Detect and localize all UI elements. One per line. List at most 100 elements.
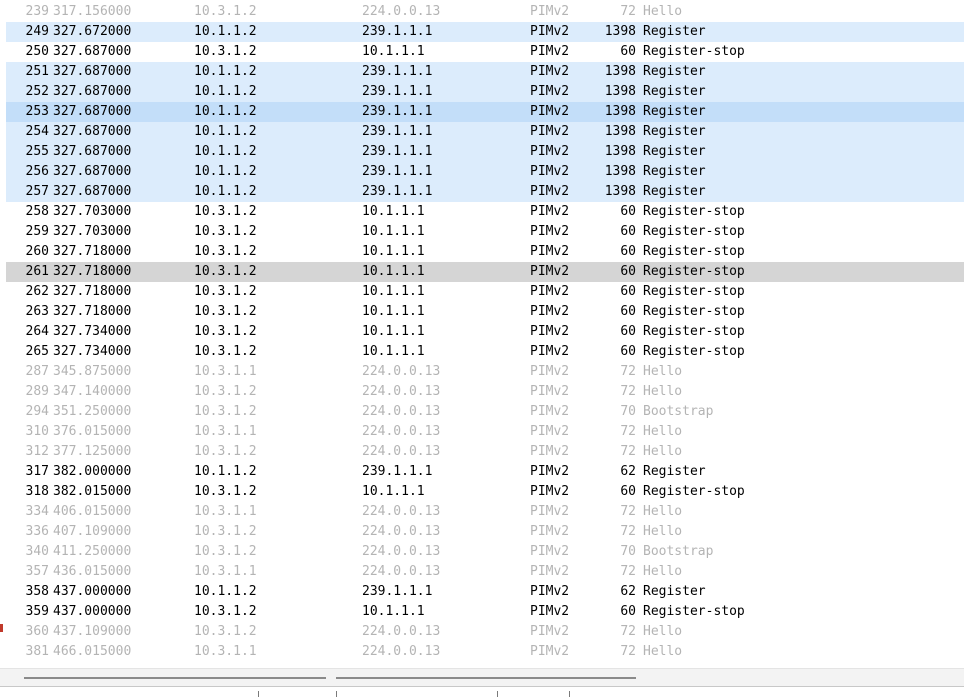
packet-row[interactable]: 259 327.703000 10.3.1.2 10.1.1.1 PIMv2 60 Regi… xyxy=(6,222,964,242)
packet-row[interactable]: 294 351.250000 10.3.1.2 224.0.0.13 PIMv2 70 Bo… xyxy=(6,402,964,422)
packet-time: 327.687000 xyxy=(53,104,132,119)
packet-protocol: PIMv2 xyxy=(530,424,570,439)
packet-length: 62 xyxy=(620,464,636,479)
packet-row[interactable]: 340 411.250000 10.3.1.2 224.0.0.13 PIMv2 70 Bo… xyxy=(6,542,964,562)
packet-row[interactable]: 357 436.015000 10.3.1.1 224.0.0.13 PIMv2 72 He… xyxy=(6,562,964,582)
packet-number: 262 xyxy=(25,284,49,299)
packet-source: 10.3.1.2 xyxy=(194,44,257,59)
packet-time: 437.000000 xyxy=(53,604,132,619)
packet-row[interactable]: 251 327.687000 10.1.1.2 239.1.1.1 PIMv2 1398 R… xyxy=(6,62,964,82)
packet-source: 10.1.1.2 xyxy=(194,184,257,199)
packet-source: 10.1.1.2 xyxy=(194,84,257,99)
packet-number: 250 xyxy=(25,44,49,59)
packet-time: 466.015000 xyxy=(53,644,132,659)
packet-destination: 10.1.1.1 xyxy=(362,244,425,259)
packet-row[interactable]: 261 327.718000 10.3.1.2 10.1.1.1 PIMv2 60 Regi… xyxy=(6,262,964,282)
packet-number: 255 xyxy=(25,144,49,159)
packet-row[interactable]: 287 345.875000 10.3.1.1 224.0.0.13 PIMv2 72 He… xyxy=(6,362,964,382)
packet-row[interactable]: 260 327.718000 10.3.1.2 10.1.1.1 PIMv2 60 Regi… xyxy=(6,242,964,262)
packet-info: Register xyxy=(643,184,706,199)
packet-info: Register-stop xyxy=(643,224,745,239)
pane-splitter[interactable] xyxy=(336,691,337,697)
packet-destination: 10.1.1.1 xyxy=(362,304,425,319)
packet-protocol: PIMv2 xyxy=(530,444,570,459)
packet-number: 294 xyxy=(25,404,49,419)
packet-number: 260 xyxy=(25,244,49,259)
scrollbar-thumb-secondary[interactable] xyxy=(336,677,636,679)
packet-list[interactable]: 239 317.156000 10.3.1.2 224.0.0.13 PIMv2 72 He… xyxy=(0,2,964,668)
packet-time: 327.687000 xyxy=(53,64,132,79)
packet-row[interactable]: 312 377.125000 10.3.1.2 224.0.0.13 PIMv2 72 He… xyxy=(6,442,964,462)
packet-protocol: PIMv2 xyxy=(530,504,570,519)
packet-destination: 10.1.1.1 xyxy=(362,284,425,299)
packet-destination: 239.1.1.1 xyxy=(362,104,433,119)
packet-info: Register-stop xyxy=(643,284,745,299)
packet-row[interactable]: 358 437.000000 10.1.1.2 239.1.1.1 PIMv2 62 Reg… xyxy=(6,582,964,602)
packet-info: Register-stop xyxy=(643,324,745,339)
packet-row[interactable]: 239 317.156000 10.3.1.2 224.0.0.13 PIMv2 72 He… xyxy=(6,2,964,22)
packet-row[interactable]: 289 347.140000 10.3.1.2 224.0.0.13 PIMv2 72 He… xyxy=(6,382,964,402)
packet-row[interactable]: 360 437.109000 10.3.1.2 224.0.0.13 PIMv2 72 He… xyxy=(6,622,964,642)
pane-splitter[interactable] xyxy=(497,691,498,697)
packet-info: Hello xyxy=(643,504,683,519)
packet-protocol: PIMv2 xyxy=(530,564,570,579)
packet-number: 261 xyxy=(25,264,49,279)
packet-row[interactable]: 381 466.015000 10.3.1.1 224.0.0.13 PIMv2 72 He… xyxy=(6,642,964,662)
packet-row[interactable]: 310 376.015000 10.3.1.1 224.0.0.13 PIMv2 72 He… xyxy=(6,422,964,442)
packet-number: 360 xyxy=(25,624,49,639)
packet-source: 10.3.1.2 xyxy=(194,384,257,399)
pane-splitter[interactable] xyxy=(569,691,570,697)
packet-row[interactable]: 262 327.718000 10.3.1.2 10.1.1.1 PIMv2 60 Regi… xyxy=(6,282,964,302)
packet-row[interactable]: 318 382.015000 10.3.1.2 10.1.1.1 PIMv2 60 Regi… xyxy=(6,482,964,502)
packet-destination: 224.0.0.13 xyxy=(362,424,441,439)
packet-row[interactable]: 264 327.734000 10.3.1.2 10.1.1.1 PIMv2 60 Regi… xyxy=(6,322,964,342)
packet-info: Register-stop xyxy=(643,484,745,499)
packet-time: 327.718000 xyxy=(53,244,132,259)
packet-row[interactable]: 263 327.718000 10.3.1.2 10.1.1.1 PIMv2 60 Regi… xyxy=(6,302,964,322)
packet-info: Register xyxy=(643,24,706,39)
packet-number: 257 xyxy=(25,184,49,199)
packet-protocol: PIMv2 xyxy=(530,244,570,259)
packet-info: Register-stop xyxy=(643,204,745,219)
packet-row[interactable]: 359 437.000000 10.3.1.2 10.1.1.1 PIMv2 60 Regi… xyxy=(6,602,964,622)
packet-row[interactable]: 253 327.687000 10.1.1.2 239.1.1.1 PIMv2 1398 R… xyxy=(6,102,964,122)
packet-source: 10.3.1.2 xyxy=(194,624,257,639)
packet-row[interactable]: 317 382.000000 10.1.1.2 239.1.1.1 PIMv2 62 Reg… xyxy=(6,462,964,482)
packet-row[interactable]: 254 327.687000 10.1.1.2 239.1.1.1 PIMv2 1398 R… xyxy=(6,122,964,142)
packet-time: 345.875000 xyxy=(53,364,132,379)
packet-info: Register xyxy=(643,164,706,179)
packet-source: 10.3.1.1 xyxy=(194,504,257,519)
packet-row[interactable]: 334 406.015000 10.3.1.1 224.0.0.13 PIMv2 72 He… xyxy=(6,502,964,522)
packet-row[interactable]: 258 327.703000 10.3.1.2 10.1.1.1 PIMv2 60 Regi… xyxy=(6,202,964,222)
horizontal-scrollbar[interactable] xyxy=(0,668,964,687)
packet-row[interactable]: 255 327.687000 10.1.1.2 239.1.1.1 PIMv2 1398 R… xyxy=(6,142,964,162)
packet-length: 60 xyxy=(620,604,636,619)
packet-length: 72 xyxy=(620,364,636,379)
packet-length: 72 xyxy=(620,644,636,659)
packet-info: Register-stop xyxy=(643,604,745,619)
packet-protocol: PIMv2 xyxy=(530,204,570,219)
packet-destination: 224.0.0.13 xyxy=(362,564,441,579)
packet-info: Hello xyxy=(643,424,683,439)
packet-protocol: PIMv2 xyxy=(530,624,570,639)
packet-info: Register xyxy=(643,144,706,159)
packet-row[interactable]: 265 327.734000 10.3.1.2 10.1.1.1 PIMv2 60 Regi… xyxy=(6,342,964,362)
packet-info: Hello xyxy=(643,624,683,639)
packet-row[interactable]: 257 327.687000 10.1.1.2 239.1.1.1 PIMv2 1398 R… xyxy=(6,182,964,202)
packet-row[interactable]: 256 327.687000 10.1.1.2 239.1.1.1 PIMv2 1398 R… xyxy=(6,162,964,182)
packet-source: 10.3.1.1 xyxy=(194,424,257,439)
packet-row[interactable]: 252 327.687000 10.1.1.2 239.1.1.1 PIMv2 1398 R… xyxy=(6,82,964,102)
packet-source: 10.3.1.1 xyxy=(194,564,257,579)
packet-row[interactable]: 336 407.109000 10.3.1.2 224.0.0.13 PIMv2 72 He… xyxy=(6,522,964,542)
scrollbar-thumb[interactable] xyxy=(24,677,326,679)
packet-protocol: PIMv2 xyxy=(530,324,570,339)
packet-number: 263 xyxy=(25,304,49,319)
packet-row[interactable]: 249 327.672000 10.1.1.2 239.1.1.1 PIMv2 1398 R… xyxy=(6,22,964,42)
packet-destination: 224.0.0.13 xyxy=(362,384,441,399)
packet-length: 1398 xyxy=(604,84,636,99)
packet-destination: 224.0.0.13 xyxy=(362,544,441,559)
pane-splitter[interactable] xyxy=(258,691,259,697)
packet-source: 10.3.1.1 xyxy=(194,364,257,379)
packet-row[interactable]: 250 327.687000 10.3.1.2 10.1.1.1 PIMv2 60 Regi… xyxy=(6,42,964,62)
packet-length: 60 xyxy=(620,44,636,59)
